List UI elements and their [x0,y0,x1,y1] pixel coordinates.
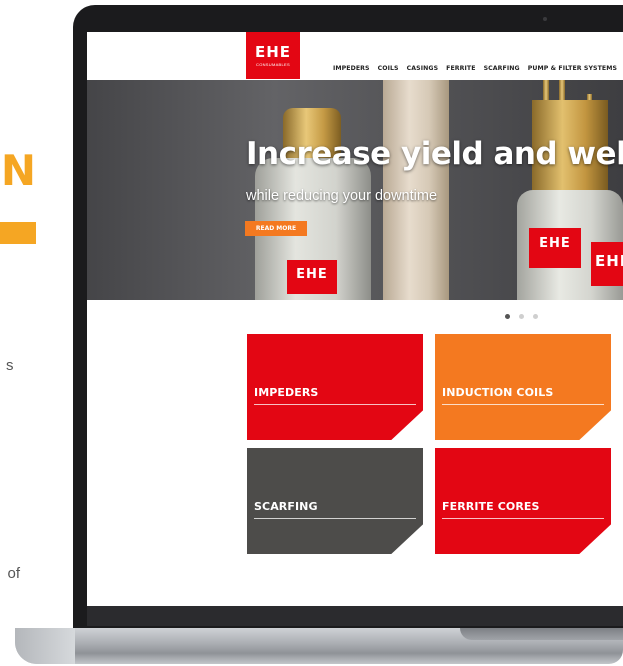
tile-divider [442,518,604,519]
nav-item-pump-filter[interactable]: PUMP & FILTER SYSTEMS [528,65,617,72]
logo-wordmark: EHE [254,43,292,61]
carousel-dots [505,314,538,319]
product-logo-label: EHE [287,260,337,294]
site-header: EHE CONSUMABLES IMPEDERS COILS CASINGS F… [87,32,623,80]
carousel-dot-2[interactable] [519,314,524,319]
tile-scarfing[interactable]: SCARFING [247,448,423,554]
tile-label: IMPEDERS [254,386,319,399]
main-nav: IMPEDERS COILS CASINGS FERRITE SCARFING … [333,65,617,72]
nav-item-coils[interactable]: COILS [378,65,399,72]
webcam-icon [543,17,547,21]
tile-ferrite-cores[interactable]: FERRITE CORES [435,448,611,554]
laptop-base-edge [15,628,75,664]
hero-subtitle: while reducing your downtime [246,188,438,204]
nav-item-scarfing[interactable]: SCARFING [484,65,520,72]
laptop-chin [87,606,623,626]
tile-impeders[interactable]: IMPEDERS [247,334,423,440]
background-heading-fragment: N [0,146,36,195]
tile-induction-coils[interactable]: INDUCTION COILS [435,334,611,440]
product-logo-label: EHE [591,242,623,286]
hero-title: Increase yield and weld [246,136,623,172]
product-logo-label: EHE [529,228,581,268]
nav-item-casings[interactable]: CASINGS [407,65,439,72]
hero-banner: EHE EHE EHE Increase yield and weld whil… [87,80,623,300]
read-more-button[interactable]: READ MORE [245,221,307,236]
tile-label: INDUCTION COILS [442,386,554,399]
tile-label: FERRITE CORES [442,500,540,513]
showcase-stage: N s of EHE CONSUMABLES IMPEDERS COILS CA… [0,0,623,666]
background-accent-bar [0,222,36,244]
ehe-logo[interactable]: EHE CONSUMABLES [246,32,300,79]
background-text-fragment: of [7,565,20,582]
carousel-dot-3[interactable] [533,314,538,319]
tile-divider [442,404,604,405]
nav-item-ferrite[interactable]: FERRITE [446,65,475,72]
carousel-dot-1[interactable] [505,314,510,319]
laptop-base-notch [460,628,623,640]
logo-tagline: CONSUMABLES [256,62,290,67]
tile-label: SCARFING [254,500,318,513]
nav-item-impeders[interactable]: IMPEDERS [333,65,370,72]
laptop-screen: EHE CONSUMABLES IMPEDERS COILS CASINGS F… [87,32,623,606]
tile-divider [254,518,416,519]
tile-divider [254,404,416,405]
background-text-fragment: s [6,357,14,374]
